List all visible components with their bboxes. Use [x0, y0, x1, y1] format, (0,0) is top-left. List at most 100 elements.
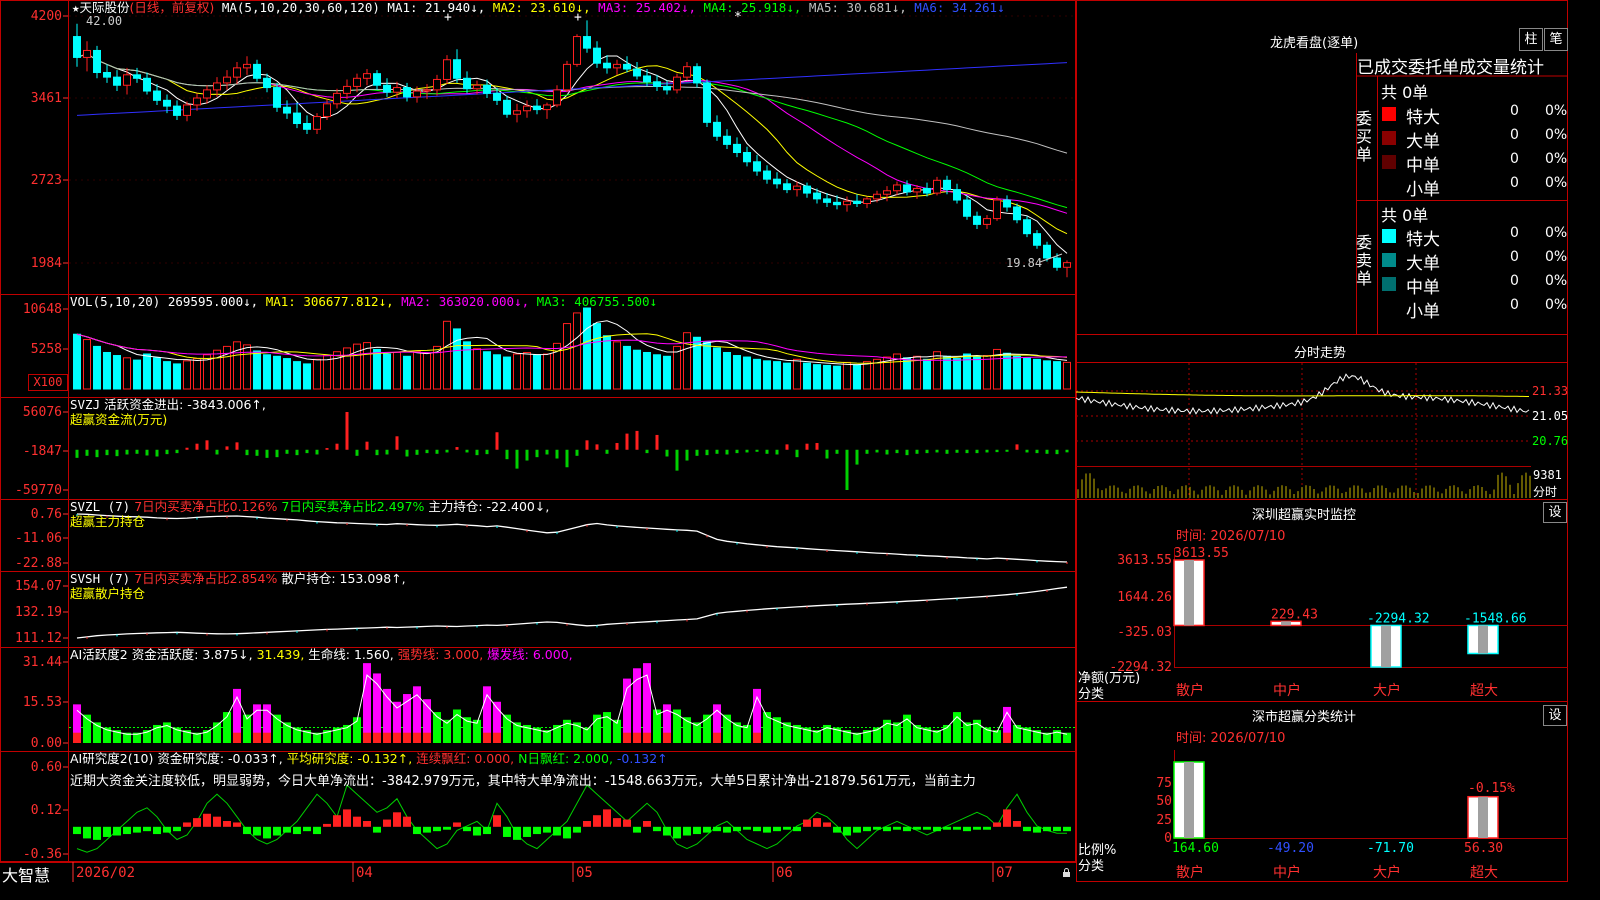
fund-flow-bar [265, 449, 269, 458]
fund-flow-bar [595, 444, 599, 450]
svsh-tick: 111.12 [15, 631, 62, 646]
volume-bar [813, 364, 821, 390]
ai2-research: 资金研究度: -0.033↑, [157, 751, 283, 766]
activity-base [253, 732, 261, 743]
fund-flow-bar [385, 449, 389, 455]
sz-class-settings-button[interactable]: 设 [1543, 705, 1567, 726]
candle-body [973, 215, 981, 225]
research-bar [273, 826, 281, 836]
research-bar [393, 812, 401, 827]
sz-monitor-tick: -325.03 [1117, 625, 1172, 640]
fund-flow-bar [495, 432, 499, 450]
research-bar [623, 819, 631, 827]
fund-flow-bar [725, 449, 729, 455]
svzl-main-position: 主力持仓: -22.400↓, [428, 499, 550, 514]
sz-class-bar [1467, 795, 1499, 839]
ma5-value: MA5: 30.681↓, [808, 0, 907, 15]
fund-flow-bar [835, 449, 839, 454]
fund-flow-bar [915, 449, 919, 454]
sell-row-pct: 0% [1545, 225, 1568, 241]
ai1-peak: 31.439, [256, 647, 305, 662]
research-bar [733, 826, 741, 832]
bar-view-button[interactable]: 柱 [1519, 28, 1543, 51]
volume-bar [653, 354, 661, 390]
intraday-title: 分时走势 [1294, 346, 1347, 361]
svzj-title: 超赢资金流(万元) [70, 412, 168, 427]
fund-flow-bar [315, 449, 319, 455]
research-bar [103, 826, 111, 837]
volume-bar [833, 365, 841, 390]
buy-row-name: 特大 [1406, 108, 1440, 128]
volume-bar [783, 362, 791, 390]
svzj-tick: 56076 [23, 405, 62, 420]
volume-bar [463, 341, 471, 390]
favorite-star-icon[interactable]: ★ [72, 0, 80, 15]
research-bar [893, 826, 901, 830]
svzl-ratio-b: 7日内买卖净占比2.497% [281, 499, 425, 514]
lock-icon[interactable] [1062, 866, 1071, 877]
sz-monitor-category: 超大 [1470, 683, 1498, 699]
volume-bar [123, 357, 131, 390]
sell-row-swatch [1382, 229, 1396, 243]
sz-class-category: 散户 [1176, 864, 1204, 881]
fund-flow-bar [645, 449, 649, 454]
sz-class-bar [1173, 761, 1205, 839]
research-bar [573, 826, 581, 833]
research-bar [353, 816, 361, 827]
research-bar [663, 826, 671, 836]
research-bar [253, 826, 261, 836]
sz-class-title: 深市超赢分类统计 [1252, 710, 1357, 725]
volume-bar [453, 328, 461, 390]
fund-flow-bar [85, 449, 89, 456]
volume-bar [183, 360, 191, 390]
sz-monitor-bar-shade [1478, 625, 1488, 654]
sz-monitor-tick: 3613.55 [1117, 553, 1172, 568]
activity-base [623, 732, 631, 743]
candle-body [593, 47, 601, 64]
fund-flow-bar [625, 433, 629, 450]
stroke-view-button[interactable]: 笔 [1544, 28, 1568, 51]
svzj-tick: -1847 [23, 444, 62, 459]
stock-name[interactable]: 天际股份 [80, 0, 130, 15]
kline-chart-area[interactable]: 4200346127231984+ + *10648525856076-1847-5… [0, 0, 1076, 882]
svsh-tick: 132.19 [15, 605, 62, 620]
research-bar [603, 809, 611, 827]
research-bar [383, 819, 391, 827]
fund-flow-bar [925, 449, 929, 454]
research-bar [713, 826, 721, 832]
period-label[interactable]: (日线，前复权) [130, 0, 215, 15]
candle-body [423, 89, 431, 92]
fund-flow-bar [745, 449, 749, 453]
ma5-line [76, 53, 1068, 254]
volume-unit-button[interactable]: X100 [28, 374, 68, 391]
sz-class-value: 164.60 [1172, 841, 1219, 856]
volume-bar [933, 351, 941, 390]
ai2-avg-research: 平均研究度: -0.132↑, [286, 751, 413, 766]
sell-row-swatch [1382, 277, 1396, 291]
research-bar [233, 822, 241, 827]
volume-bar [193, 358, 201, 390]
candle-body [803, 185, 811, 194]
fund-flow-bar [965, 449, 969, 454]
candle-body [663, 85, 671, 91]
volume-bar [113, 355, 121, 390]
volume-header: VOL(5,10,20) 269595.000↓, MA1: 306677.81… [70, 294, 657, 309]
sz-monitor-settings-button[interactable]: 设 [1543, 502, 1567, 523]
volume-bar [823, 364, 831, 390]
fund-flow-bar [95, 449, 99, 458]
lhb-tabs[interactable]: 已成交委托单成交量统计 [1357, 53, 1568, 78]
svzj-header: SVZJ 活跃资金进出: -3843.006↑, 超赢资金流(万元) [70, 397, 266, 427]
research-bar [503, 826, 511, 837]
sz-class-category: 超大 [1470, 865, 1498, 881]
research-bar [493, 815, 501, 827]
fund-flow-bar [215, 449, 219, 455]
fund-flow-bar [455, 447, 459, 450]
volume-bar [393, 351, 401, 390]
research-bar [533, 826, 541, 835]
candle-body [203, 89, 211, 99]
fund-flow-bar [235, 442, 239, 450]
sz-monitor-xlabel: 分类 [1078, 687, 1105, 702]
candle-body [883, 190, 891, 195]
candle-body [373, 73, 381, 86]
candle-body [813, 192, 821, 200]
